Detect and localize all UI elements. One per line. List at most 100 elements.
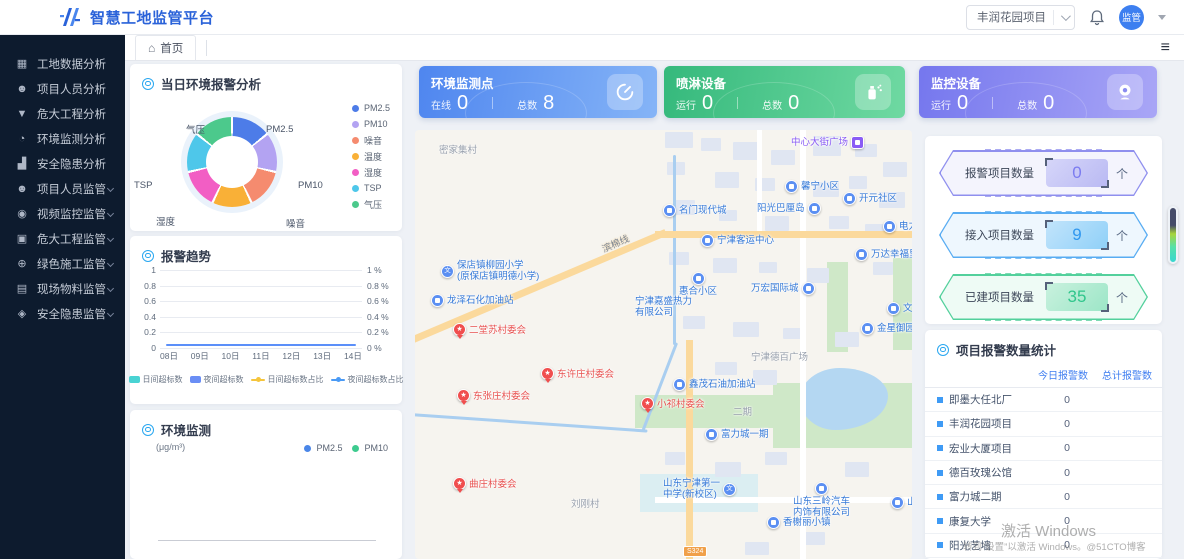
- notification-bell-icon[interactable]: [1089, 9, 1105, 26]
- chevron-down-icon: [1061, 11, 1071, 21]
- map-village-committee-marker[interactable]: ★曲庄村委会: [453, 476, 517, 490]
- legend-swatch: [129, 376, 140, 383]
- map-poi-marker[interactable]: 文锦: [887, 302, 912, 315]
- map-poi-marker[interactable]: 阳光巴厘岛: [757, 202, 821, 215]
- map-poi-marker[interactable]: 名门现代城: [663, 204, 727, 217]
- x-axis-tick: 08日: [160, 350, 178, 362]
- panel-env-monitor: 环境监测 (μg/m³) PM2.5PM10: [130, 410, 402, 559]
- table-row[interactable]: 丰润花园项目0: [925, 412, 1162, 436]
- bullet-icon: [937, 470, 943, 476]
- map-poi-marker[interactable]: 山东宁津第一 中学(新校区)文: [663, 478, 736, 501]
- project-name-cell: 康复大学: [937, 514, 1034, 529]
- map-poi-marker[interactable]: 惠合小区: [679, 272, 717, 297]
- map-poi-marker[interactable]: 文保店镇柳园小学 (原保店镇明德小学): [441, 260, 539, 283]
- map-village-committee-marker[interactable]: ★东许庄村委会: [541, 366, 614, 380]
- map-place-label: 二期: [733, 404, 752, 418]
- building: [713, 258, 737, 273]
- personnel-supervision-icon: ☻: [15, 183, 29, 195]
- user-avatar[interactable]: 监管: [1119, 5, 1144, 30]
- sidebar-item[interactable]: ◈安全隐患监管: [0, 301, 125, 326]
- sidebar-item[interactable]: ☻项目人员分析: [0, 76, 125, 101]
- environment-analysis-icon: ◔: [15, 133, 29, 145]
- building: [759, 262, 777, 273]
- sidebar-item[interactable]: ◉视频监控监管: [0, 201, 125, 226]
- today-alarm-count: 0: [1034, 467, 1100, 479]
- table-row[interactable]: 康复大学0: [925, 509, 1162, 533]
- map-poi-marker[interactable]: 山东三岭汽车 内饰有限公司: [793, 482, 850, 519]
- map-poi-marker[interactable]: 富力城一期: [705, 428, 769, 441]
- sidebar-item[interactable]: ▟安全隐患分析: [0, 151, 125, 176]
- panel-title-row: 项目报警数量统计: [925, 330, 1162, 359]
- map-mall-marker[interactable]: 中心大街广场: [791, 136, 864, 149]
- sidebar-item[interactable]: ⊕绿色施工监管: [0, 251, 125, 276]
- chevron-down-icon: [107, 260, 114, 267]
- column-today-alarms[interactable]: 今日报警数: [1038, 367, 1088, 382]
- donut-segment-label: PM10: [298, 180, 323, 191]
- red-pin-icon: ★: [453, 323, 466, 336]
- map-poi-marker[interactable]: 宁津客运中心: [701, 234, 774, 247]
- sidebar-item-label: 环境监测分析: [37, 131, 117, 147]
- project-name: 康复大学: [949, 514, 991, 529]
- legend-label: 噪音: [364, 134, 382, 147]
- map-poi-marker[interactable]: 龙泽石化加油站: [431, 294, 514, 307]
- legend-item: TSP: [352, 180, 390, 196]
- map-poi-marker[interactable]: 宁津嘉盛热力 有限公司: [635, 296, 692, 319]
- building: [665, 452, 685, 465]
- map-poi-marker[interactable]: 万达幸福里: [855, 248, 912, 261]
- stat-label: 总数: [517, 97, 537, 112]
- stat-value: 0: [1043, 93, 1054, 113]
- bullet-icon: [937, 445, 943, 451]
- building-poi-icon: [692, 272, 705, 285]
- table-row[interactable]: 德百玫瑰公馆0: [925, 461, 1162, 485]
- table-row[interactable]: 富力城二期0: [925, 485, 1162, 509]
- gridline: [160, 348, 362, 349]
- map-poi-marker[interactable]: 开元社区: [843, 192, 897, 205]
- app-root: 智慧工地监管平台 丰润花园项目 监管 ▦工地数据分析☻项目人员分析▼危大工程分析…: [0, 0, 1184, 559]
- map-poi-marker[interactable]: 山东: [891, 496, 912, 509]
- sidebar-item[interactable]: ◔ 环境监测分析: [0, 126, 125, 151]
- donut-segment-label: 湿度: [156, 214, 175, 228]
- map-poi-label: 中心大街广场: [791, 137, 848, 148]
- panel-title-row: 环境监测: [130, 410, 402, 439]
- legend-label: 日间超标数: [143, 374, 183, 385]
- building-poi-icon: [705, 428, 718, 441]
- panel-alarm-trend: 报警趋势 11 %0.80.8 %0.60.6 %0.40.4 %0.20.2 …: [130, 236, 402, 404]
- sidebar-item[interactable]: ☻项目人员监管: [0, 176, 125, 201]
- table-row[interactable]: 即墨大任北厂0: [925, 388, 1162, 412]
- project-name-cell: 富力城二期: [937, 489, 1034, 504]
- map-poi-marker[interactable]: 电力: [883, 220, 912, 233]
- map-poi-label: 开元社区: [859, 193, 897, 204]
- user-menu-caret-icon[interactable]: [1158, 15, 1166, 20]
- map-poi-marker[interactable]: 馨宁小区: [785, 180, 839, 193]
- sidebar-item[interactable]: ▦工地数据分析: [0, 51, 125, 76]
- map-poi-label: 宁津嘉盛热力 有限公司: [635, 296, 692, 319]
- map-view[interactable]: 密家集村宁津德百广场二期刘刚村滨棉线文保店镇柳园小学 (原保店镇明德小学)龙泽石…: [415, 130, 912, 559]
- column-total-alarms[interactable]: 总计报警数: [1102, 367, 1152, 382]
- map-village-committee-marker[interactable]: ★二堂苏村委会: [453, 322, 526, 336]
- map-poi-marker[interactable]: 金星御园: [861, 322, 912, 335]
- bus-poi-icon: [701, 234, 714, 247]
- sidebar-item[interactable]: ▤现场物料监管: [0, 276, 125, 301]
- badge-value: 0: [1046, 159, 1108, 187]
- building-poi-icon: [891, 496, 904, 509]
- badge-label: 报警项目数量: [965, 165, 1038, 181]
- road-number-badge: S324: [683, 546, 707, 557]
- table-row[interactable]: 阳光艺墙0: [925, 534, 1162, 558]
- sidebar-item[interactable]: ▼危大工程分析: [0, 101, 125, 126]
- sidebar-item[interactable]: ▣危大工程监管: [0, 226, 125, 251]
- map-poi-marker[interactable]: 万宏国际城: [751, 282, 815, 295]
- badge-value: 35: [1046, 283, 1108, 311]
- map-zoom-slider[interactable]: [1168, 206, 1178, 264]
- table-row[interactable]: 宏业大厦项目0: [925, 437, 1162, 461]
- map-village-committee-marker[interactable]: ★东张庄村委会: [457, 388, 530, 402]
- river: [415, 413, 648, 433]
- map-village-committee-marker[interactable]: ★小祁村委会: [641, 396, 705, 410]
- building: [849, 176, 867, 189]
- map-poi-marker[interactable]: 鑫茂石油加油站: [673, 378, 756, 391]
- tab-home[interactable]: ⌂ 首页: [135, 35, 196, 60]
- project-name: 阳光艺墙: [949, 538, 991, 553]
- gauge-icon: [607, 74, 643, 110]
- map-poi-marker[interactable]: 香榭丽小镇: [767, 516, 831, 529]
- project-selector[interactable]: 丰润花园项目: [966, 5, 1075, 30]
- menu-toggle-icon[interactable]: ≡: [1161, 39, 1170, 57]
